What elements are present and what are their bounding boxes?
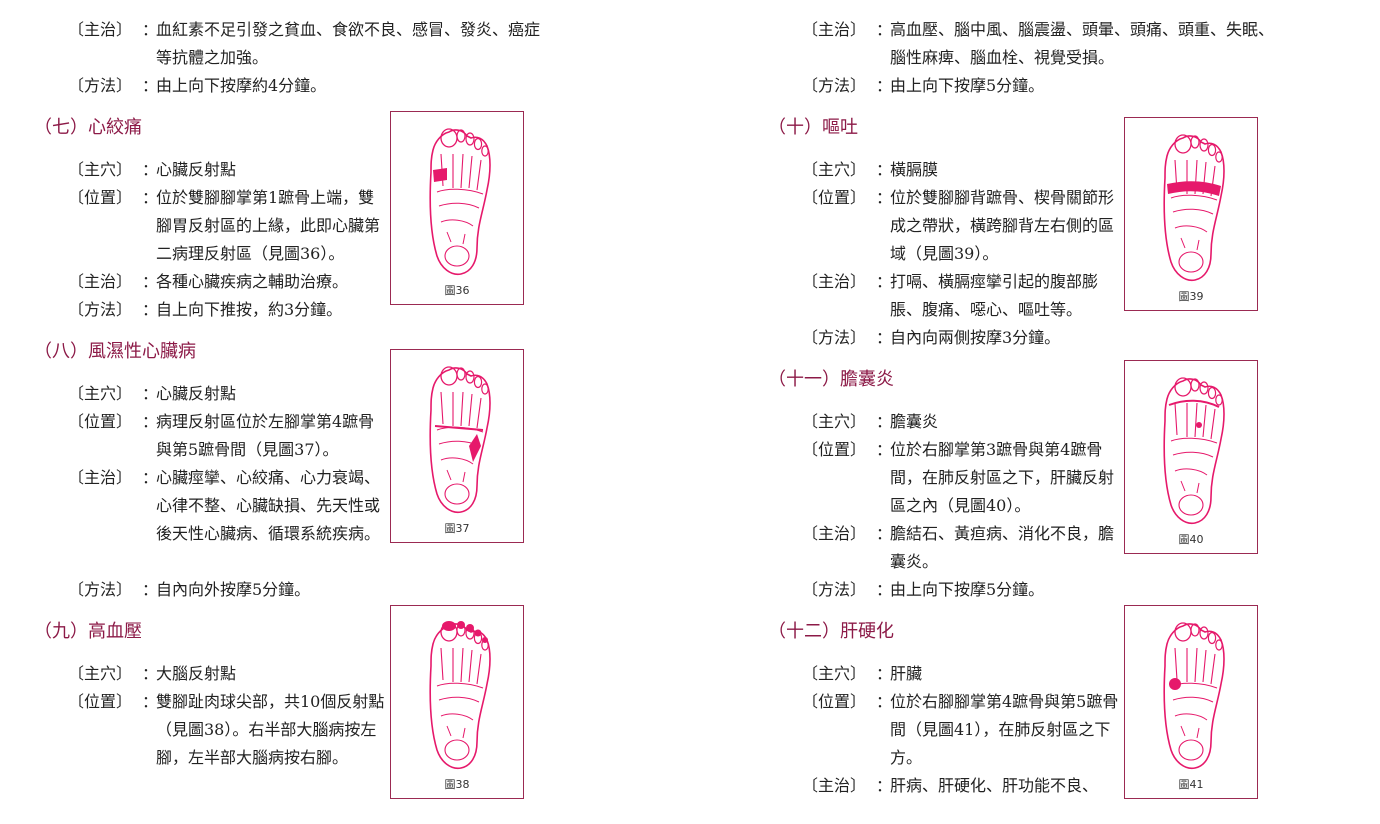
figure-40: 圖40 xyxy=(1124,360,1258,554)
s9-weizhi-row: 〔位置〕： 雙腳趾肉球尖部，共10個反射點（見圖38）。右半部大腦病按左腳，左半… xyxy=(68,692,385,767)
s8-zhuxue-row: 〔主穴〕： 心臟反射點 xyxy=(68,384,237,403)
s11-zhuzhi-row: 〔主治〕： 膽結石、黃疸病、消化不良，膽囊炎。 xyxy=(802,524,1115,571)
s7-fangfa-row: 〔方法〕： 自上向下推按，約3分鐘。 xyxy=(68,300,343,319)
foot-sole-icon xyxy=(429,621,491,770)
foot-dorsum-icon xyxy=(1163,134,1225,282)
s7-weizhi-row: 〔位置〕： 位於雙腳腳掌第1蹠骨上端，雙腳胃反射區的上緣，此即心臟第二病理反射區… xyxy=(68,188,381,263)
s8-fangfa-row: 〔方法〕： 自內向外按摩5分鐘。 xyxy=(68,580,311,599)
section-title-7: （七）心絞痛 xyxy=(34,117,142,138)
s12-weizhi-row: 〔位置〕： 位於右腳腳掌第4蹠骨與第5蹠骨間（見圖41），在肺反射區之下方。 xyxy=(802,692,1119,767)
cont-zhuzhi-row: 〔主治〕： 高血壓、腦中風、腦震盪、頭暈、頭痛、頭重、失眠、腦性麻痺、腦血栓、視… xyxy=(802,20,1275,67)
figure-41: 圖41 xyxy=(1124,605,1258,799)
s8-zhuzhi-row: 〔主治〕： 心臟痙攣、心絞痛、心力衰竭、心律不整、心臟缺損、先天性或後天性心臟病… xyxy=(68,468,381,543)
figure-caption: 圖36 xyxy=(444,284,470,297)
s10-zhuzhi-row: 〔主治〕： 打嗝、橫膈痙攣引起的腹部膨脹、腹痛、噁心、嘔吐等。 xyxy=(802,272,1099,319)
heart-zone-mark xyxy=(469,434,481,462)
foot-sole-icon xyxy=(429,128,491,276)
foot-sole-icon xyxy=(1163,377,1225,525)
s7-zhuxue-row: 〔主穴〕： 心臟反射點 xyxy=(68,160,237,179)
figure-36: 圖36 xyxy=(390,111,524,305)
foot-sole-icon xyxy=(1163,622,1225,770)
figure-39: 圖39 xyxy=(1124,117,1258,311)
s8-weizhi-row: 〔位置〕： 病理反射區位於左腳掌第4蹠骨與第5蹠骨間（見圖37）。 xyxy=(68,412,375,459)
label: 〔主治〕 xyxy=(68,20,133,39)
s11-weizhi-row: 〔位置〕： 位於右腳掌第3蹠骨與第4蹠骨間，在肺反射區之下，肝臟反射區之內（見圖… xyxy=(802,440,1115,515)
right-column: 〔主治〕： 高血壓、腦中風、腦震盪、頭暈、頭痛、頭重、失眠、腦性麻痺、腦血栓、視… xyxy=(766,0,1326,824)
s10-zhuxue-row: 〔主穴〕： 橫膈膜 xyxy=(802,160,939,179)
section-title-9: （九）高血壓 xyxy=(34,621,142,642)
s7-zhuzhi-row: 〔主治〕： 各種心臟疾病之輔助治療。 xyxy=(68,272,349,291)
cont-zhuzhi-row: 〔主治〕 ： 血紅素不足引發之貧血、食欲不良、感冒、發炎、癌症等抗體之加強。 xyxy=(68,16,546,72)
figure-38: 圖38 xyxy=(390,605,524,799)
s11-zhuxue-row: 〔主穴〕： 膽囊炎 xyxy=(802,412,939,431)
s10-fangfa-row: 〔方法〕： 自內向兩側按摩3分鐘。 xyxy=(802,328,1061,347)
text: 血紅素不足引發之貧血、食欲不良、感冒、發炎、癌症等抗體之加強。 xyxy=(156,20,541,67)
gallbladder-point-mark xyxy=(1196,422,1202,428)
section-title-10: （十）嘔吐 xyxy=(768,117,858,138)
s12-zhuzhi-row: 〔主治〕： 肝病、肝硬化、肝功能不良、 xyxy=(802,776,1099,795)
section-title-11: （十一）膽囊炎 xyxy=(768,369,894,390)
s12-zhuxue-row: 〔主穴〕： 肝臟 xyxy=(802,664,923,683)
heart-zone-mark xyxy=(433,168,447,182)
figure-37: 圖37 xyxy=(390,349,524,543)
cont-fangfa-row: 〔方法〕： 由上向下按摩5分鐘。 xyxy=(802,76,1045,95)
s11-fangfa-row: 〔方法〕： 由上向下按摩5分鐘。 xyxy=(802,580,1045,599)
left-column: 〔主治〕 ： 血紅素不足引發之貧血、食欲不良、感冒、發炎、癌症等抗體之加強。 〔… xyxy=(30,0,590,824)
s9-zhuxue-row: 〔主穴〕： 大腦反射點 xyxy=(68,664,237,683)
section-title-8: （八）風濕性心臟病 xyxy=(34,341,196,362)
cont-fangfa-row: 〔方法〕 ： 由上向下按摩約4分鐘。 xyxy=(68,76,327,95)
section-title-12: （十二）肝硬化 xyxy=(768,621,894,642)
s10-weizhi-row: 〔位置〕： 位於雙腳腳背蹠骨、楔骨關節形成之帶狀，橫跨腳背左右側的區域（見圖39… xyxy=(802,188,1115,263)
liver-point-mark xyxy=(1169,678,1181,690)
foot-sole-icon xyxy=(429,366,491,514)
